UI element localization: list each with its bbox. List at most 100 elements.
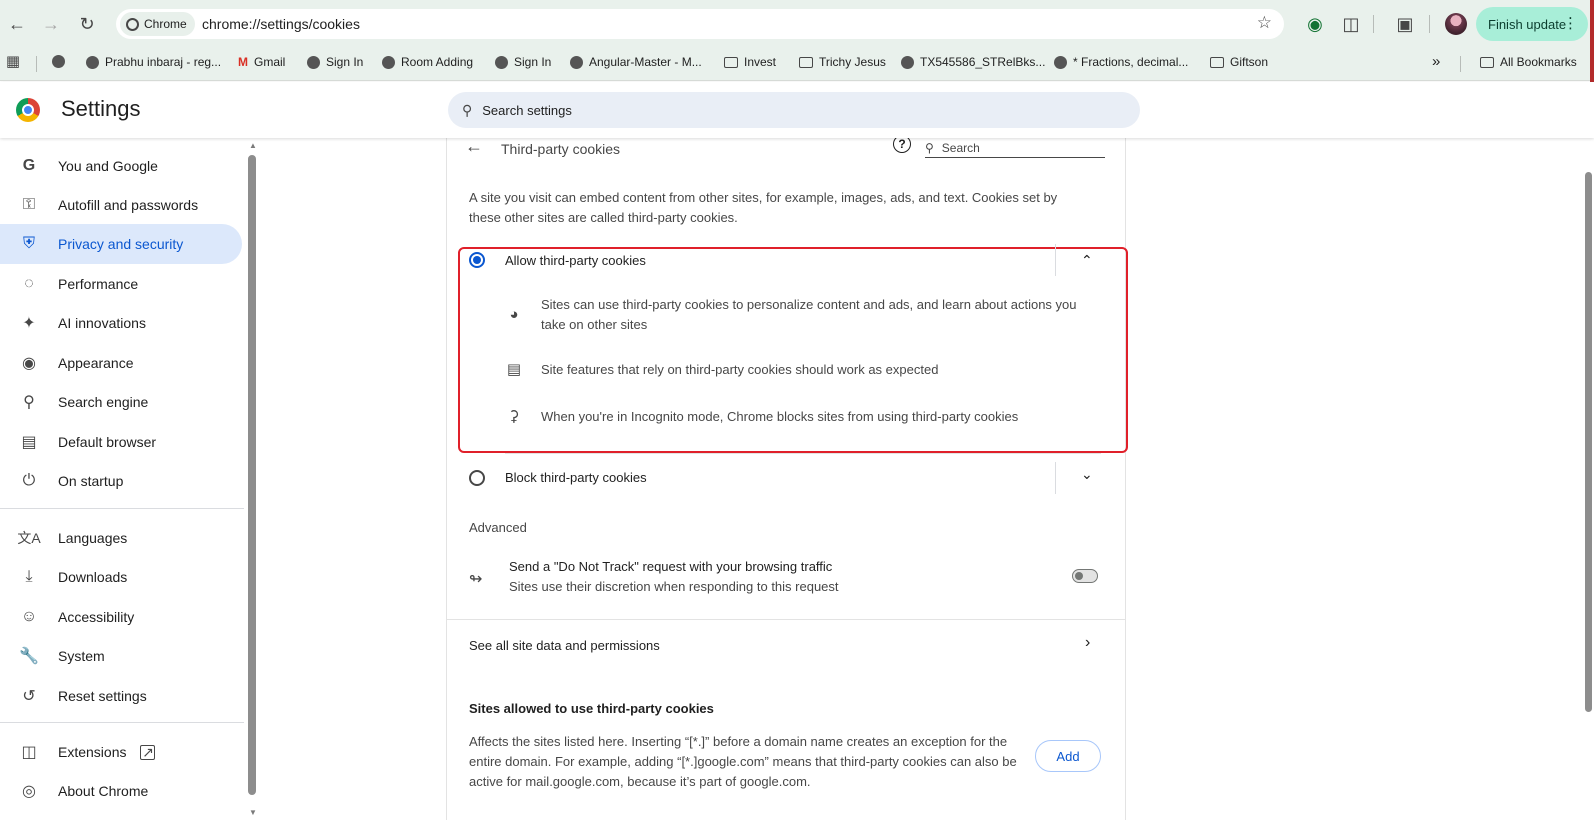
sidebar-item-privacy[interactable]: ⛨ Privacy and security (0, 224, 242, 264)
intro-text: A site you visit can embed content from … (469, 190, 1058, 225)
kebab-menu-icon[interactable]: ⋮ (1563, 14, 1578, 32)
tab-search-icon[interactable]: ▣ (1390, 9, 1420, 39)
chrome-icon: ◎ (22, 783, 36, 800)
bookmark-item[interactable]: * Fractions, decimal... (1054, 55, 1188, 69)
bookmark-item[interactable]: Sign In (307, 55, 363, 69)
separator (505, 453, 1101, 454)
block-radio[interactable] (469, 470, 485, 486)
chevron-down-icon[interactable]: ⌄ (1081, 466, 1093, 483)
chrome-logo-icon (16, 98, 40, 122)
star-icon[interactable]: ☆ (1257, 13, 1272, 33)
allow-bullet-text: When you're in Incognito mode, Chrome bl… (541, 409, 1019, 424)
address-bar[interactable]: Chrome chrome://settings/cookies ☆ (116, 9, 1284, 39)
sidebar-item-label: System (58, 648, 105, 664)
page-scroll-thumb[interactable] (1585, 172, 1592, 712)
search-icon: ⚲ (925, 140, 934, 155)
sidebar-item-label: Languages (58, 530, 128, 546)
sites-allowed-description: Affects the sites listed here. Inserting… (469, 734, 1017, 789)
sidebar-item-appearance[interactable]: ◉ Appearance (0, 343, 242, 383)
sidebar-item-label: About Chrome (58, 783, 149, 799)
sidebar-item-default-browser[interactable]: ▤ Default browser (0, 422, 242, 462)
sidebar-item-search-engine[interactable]: ⚲ Search engine (0, 382, 242, 422)
sidebar-scrollbar[interactable] (248, 143, 256, 803)
extensions-icon[interactable]: ◫ (1336, 9, 1366, 39)
apps-icon[interactable]: ▦ (6, 53, 20, 70)
bookmark-item[interactable]: Room Adding (382, 55, 473, 69)
shield-icon: ⛨ (22, 235, 35, 252)
sidebar-item-about[interactable]: ◎ About Chrome (0, 771, 242, 811)
gmail-icon: M (238, 55, 248, 69)
chevron-up-icon[interactable]: ⌃ (1081, 252, 1093, 269)
bookmark-label: Giftson (1230, 55, 1269, 69)
bookmark-label: Gmail (254, 55, 286, 69)
bookmark-item[interactable]: Sign In (495, 55, 551, 69)
sidebar-item-on-startup[interactable]: ⏻ On startup (0, 461, 242, 501)
accessibility-icon: ☺ (20, 608, 38, 625)
back-arrow-icon[interactable]: ← (465, 136, 483, 157)
sidebar-item-performance[interactable]: ◌ Performance (0, 264, 242, 304)
power-icon: ⏻ (22, 472, 36, 489)
sidebar-item-label: AI innovations (58, 315, 146, 331)
sidebar-item-system[interactable]: 🔧 System (0, 636, 242, 676)
card-search-input[interactable]: ⚲ Search (925, 138, 1105, 158)
search-placeholder: Search settings (482, 102, 572, 118)
bookmark-label: Room Adding (401, 55, 474, 69)
sidebar-item-you-and-google[interactable]: G You and Google (0, 146, 242, 186)
sidebar-item-label: Performance (58, 276, 139, 292)
dnt-toggle[interactable] (1072, 569, 1098, 583)
row-divider (1055, 244, 1056, 276)
web-features-icon: ▤ (506, 361, 522, 378)
bookmark-item[interactable] (52, 55, 65, 68)
bookmark-item[interactable]: Prabhu inbaraj - reg... (86, 55, 221, 69)
bookmark-item[interactable]: Angular-Master - M... (570, 55, 702, 69)
globe-icon (1054, 55, 1067, 69)
bookmark-item[interactable]: Trichy Jesus (799, 55, 886, 69)
page-scrollbar[interactable] (1583, 146, 1593, 820)
sidebar-item-ai[interactable]: ✦ AI innovations (0, 303, 242, 343)
allow-radio[interactable] (469, 252, 485, 268)
add-button[interactable]: Add (1035, 740, 1101, 772)
puzzle-icon: ◫ (21, 744, 37, 761)
chevron-right-icon[interactable]: › (1085, 634, 1090, 652)
sidebar-item-reset[interactable]: ↺ Reset settings (0, 676, 242, 716)
bookmark-item[interactable]: TX545586_STRelBks... (901, 55, 1045, 69)
reload-icon[interactable]: ↻ (72, 9, 102, 39)
forward-icon[interactable]: → (36, 9, 66, 39)
bookmark-label: Sign In (326, 55, 364, 69)
see-all-link[interactable]: See all site data and permissions (469, 638, 660, 653)
sidebar-item-autofill[interactable]: ⚿ Autofill and passwords (0, 185, 242, 225)
all-bookmarks[interactable]: All Bookmarks (1480, 55, 1577, 69)
sidebar-item-extensions[interactable]: ◫ Extensions ↗ (0, 732, 242, 772)
bookmark-item[interactable]: Giftson (1210, 55, 1268, 69)
sidebar-scroll-thumb[interactable] (248, 155, 256, 795)
sidebar-item-label: Reset settings (58, 688, 147, 704)
profile-avatar[interactable] (1445, 13, 1467, 35)
settings-search-input[interactable]: ⚲ Search settings (448, 92, 1140, 128)
more-bookmarks-icon[interactable]: » (1432, 53, 1440, 70)
external-link-icon: ↗ (140, 743, 156, 760)
site-chip[interactable]: Chrome (120, 12, 195, 36)
globe-icon (307, 55, 320, 69)
do-not-track-icon: ↬ (469, 571, 483, 588)
sidebar-item-languages[interactable]: 文A Languages (0, 518, 242, 558)
bookmark-label: Trichy Jesus (819, 55, 886, 69)
bookmark-label: TX545586_STRelBks... (920, 55, 1046, 69)
url-text[interactable]: chrome://settings/cookies (202, 16, 360, 32)
finish-update-button[interactable]: Finish update ⋮ (1476, 7, 1588, 41)
sidebar-item-label: Autofill and passwords (58, 197, 199, 213)
sidebar-scroll-down-icon[interactable]: ▼ (249, 808, 257, 817)
folder-icon (724, 56, 738, 68)
sidebar-item-accessibility[interactable]: ☺ Accessibility (0, 597, 242, 637)
page-title: Settings (61, 96, 141, 121)
toolbar-divider (1429, 15, 1430, 33)
finish-update-label: Finish update (1488, 16, 1567, 32)
bookmark-item[interactable]: Invest (724, 55, 776, 69)
sidebar-divider (0, 508, 244, 509)
bookmark-label: Prabhu inbaraj - reg... (105, 55, 222, 69)
bookmark-item[interactable]: M Gmail (238, 55, 285, 69)
sidebar-item-downloads[interactable]: ⤓ Downloads (0, 557, 242, 597)
row-divider (1055, 462, 1056, 494)
block-label: Block third-party cookies (505, 470, 647, 485)
back-icon[interactable]: ← (2, 9, 32, 39)
grammarly-icon[interactable]: ◉ (1300, 9, 1330, 39)
